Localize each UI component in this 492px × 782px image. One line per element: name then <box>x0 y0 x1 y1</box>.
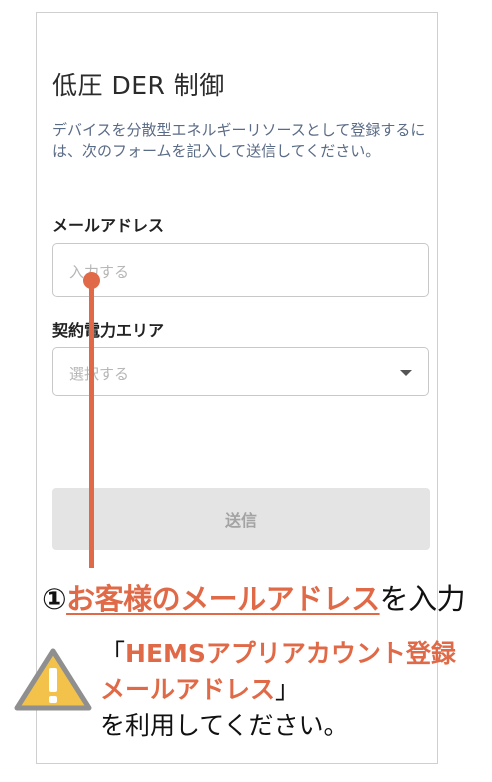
warning-note: 「HEMSアプリアカウント登録 メールアドレス」 を利用してください。 <box>100 636 456 744</box>
note-close-quote: 」 <box>275 675 301 704</box>
submit-button[interactable]: 送信 <box>52 488 430 550</box>
note-highlight-email: メールアドレス <box>100 675 276 704</box>
area-placeholder: 選択する <box>69 365 130 383</box>
email-field[interactable]: 入力する <box>52 243 429 297</box>
step-suffix: を入力 <box>379 582 466 616</box>
note-open-quote: 「 <box>100 639 126 668</box>
step-number: ① <box>42 582 67 616</box>
warning-triangle-icon <box>14 648 92 711</box>
area-select[interactable]: 選択する <box>52 347 429 396</box>
area-label: 契約電力エリア <box>52 321 165 340</box>
email-label: メールアドレス <box>52 216 165 235</box>
annotation-marker-dot <box>83 272 100 289</box>
note-line-3: を利用してください。 <box>100 711 349 740</box>
note-highlight-app: HEMSアプリアカウント登録 <box>125 639 456 668</box>
step-instruction: ①お客様のメールアドレスを入力 <box>42 576 466 618</box>
form-description: デバイスを分散型エネルギーリソースとして登録するには、次のフォームを記入して送信… <box>52 121 426 160</box>
annotation-connector-line <box>89 278 94 568</box>
chevron-down-icon <box>400 370 412 376</box>
page-title: 低圧 DER 制御 <box>52 71 225 100</box>
step-highlight: お客様のメールアドレス <box>66 582 380 616</box>
